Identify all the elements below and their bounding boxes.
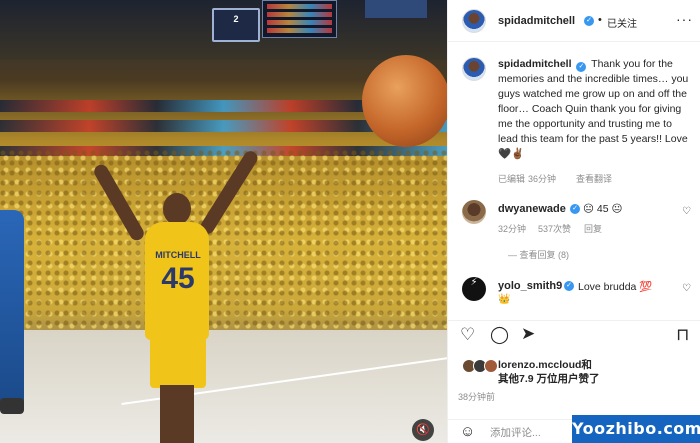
jersey-name: MITCHELL bbox=[155, 250, 201, 260]
verified-icon: ✓ bbox=[570, 204, 580, 214]
watermark-logo: Yoozhibo.com bbox=[572, 415, 700, 443]
speaker-muted-icon[interactable]: 🔇 bbox=[412, 419, 434, 441]
commenter-avatar[interactable] bbox=[462, 200, 486, 224]
caption-author-avatar[interactable] bbox=[462, 57, 486, 81]
comment-username[interactable]: yolo_smith9 bbox=[498, 280, 562, 292]
caption-edited: 已编辑 bbox=[498, 174, 526, 184]
player-legs bbox=[160, 385, 194, 443]
comment-like-heart-icon[interactable]: ♡ bbox=[682, 206, 691, 217]
comment-text: 😐 45 😐 bbox=[583, 203, 623, 215]
verified-icon: ✓ bbox=[564, 281, 574, 291]
comments-panel: spidadmitchell ✓ • 已关注 ··· spidadmitchel… bbox=[447, 0, 700, 443]
comment-text: Love brudda 💯 bbox=[578, 281, 653, 293]
separator-dot: • bbox=[598, 14, 602, 26]
post-actions-bar: ♡ ◯ ➤ ⊓ bbox=[448, 320, 700, 350]
author-username[interactable]: spidadmitchell bbox=[498, 15, 575, 27]
comment-likes[interactable]: 537次赞 bbox=[538, 222, 571, 235]
crowd bbox=[0, 150, 447, 330]
likes-line-1: lorenzo.mccloud和 bbox=[498, 359, 592, 371]
comment-username[interactable]: dwyanewade bbox=[498, 203, 566, 215]
opponent-player bbox=[0, 210, 24, 405]
bookmark-icon[interactable]: ⊓ bbox=[676, 325, 689, 345]
heart-icon[interactable]: ♡ bbox=[460, 325, 475, 345]
likes-line-2: 其他7.9 万位用户赞了 bbox=[498, 373, 600, 385]
basketball bbox=[362, 55, 447, 147]
verified-icon: ✓ bbox=[576, 62, 587, 72]
crown-emoji: 👑 bbox=[498, 294, 511, 305]
caption-text: Thank you for the memories and the incre… bbox=[498, 58, 689, 160]
add-comment-input[interactable]: 添加评论... bbox=[490, 425, 541, 440]
post-timestamp: 38分钟前 bbox=[458, 392, 496, 402]
reply-button[interactable]: 回复 bbox=[584, 222, 602, 235]
more-options-icon[interactable]: ··· bbox=[676, 11, 693, 27]
caption-time: 36分钟 bbox=[528, 174, 557, 184]
liker-avatar[interactable] bbox=[484, 359, 498, 373]
verified-icon: ✓ bbox=[584, 16, 594, 26]
emoji-icon[interactable]: ☺ bbox=[460, 423, 475, 440]
post-header: spidadmitchell ✓ • 已关注 ··· bbox=[448, 0, 700, 42]
translate-link[interactable]: 查看翻译 bbox=[576, 172, 612, 185]
comment-time: 32分钟 bbox=[498, 224, 527, 234]
player-shorts bbox=[150, 310, 206, 388]
comment-icon[interactable]: ◯ bbox=[490, 325, 509, 345]
arena-banner bbox=[365, 0, 427, 18]
court-floor bbox=[0, 330, 447, 443]
likes-summary[interactable]: lorenzo.mccloud和 其他7.9 万位用户赞了 bbox=[498, 358, 600, 386]
commenter-avatar[interactable]: ⚡ bbox=[462, 277, 486, 301]
share-icon[interactable]: ➤ bbox=[521, 324, 535, 344]
scoreboard-display bbox=[262, 0, 337, 38]
author-avatar[interactable] bbox=[462, 9, 486, 33]
scoreboard: 2 bbox=[212, 8, 260, 42]
player-head bbox=[163, 193, 191, 225]
caption-author[interactable]: spidadmitchell bbox=[498, 58, 572, 70]
post-caption: spidadmitchell ✓ Thank you for the memor… bbox=[498, 57, 690, 162]
post-media[interactable]: 2 MITCHELL 45 🔇 bbox=[0, 0, 447, 443]
follow-status-button[interactable]: 已关注 bbox=[607, 15, 637, 30]
opponent-shoe bbox=[0, 398, 24, 414]
jersey-number: 45 bbox=[161, 262, 195, 295]
comment-like-heart-icon[interactable]: ♡ bbox=[682, 283, 691, 294]
view-replies-link[interactable]: — 查看回复 (8) bbox=[508, 248, 569, 261]
